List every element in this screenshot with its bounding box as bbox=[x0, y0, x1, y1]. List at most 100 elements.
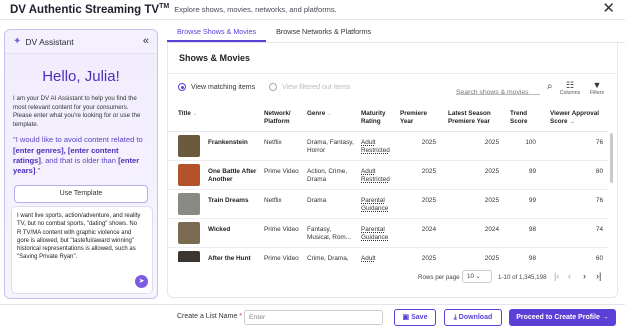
assistant-title: DV Assistant bbox=[25, 36, 74, 47]
cell-network: Prime Video bbox=[264, 226, 299, 233]
cell-title[interactable]: After the Hunt bbox=[208, 255, 262, 262]
table-row[interactable]: Train Dreams Netflix Drama Parental Guidanc… bbox=[168, 190, 608, 219]
col-approval[interactable]: Viewer Approval Score → bbox=[550, 110, 600, 126]
cell-premiere: 2024 bbox=[421, 226, 436, 233]
collapse-panel-icon[interactable]: « bbox=[143, 35, 149, 47]
assistant-panel: ✦ DV Assistant « Hello, Julia! I am your… bbox=[4, 29, 158, 299]
tab-browse-networks-platforms[interactable]: Browse Networks & Platforms bbox=[266, 21, 381, 42]
cell-latest-season: 2024 bbox=[484, 226, 499, 233]
assistant-prompt-text[interactable]: I want live sports, action/adventure, an… bbox=[17, 212, 141, 262]
cell-title[interactable]: Frankenstein bbox=[208, 139, 262, 147]
cell-maturity[interactable]: Adult bbox=[361, 255, 401, 262]
cell-trend: 99 bbox=[528, 168, 536, 175]
send-icon[interactable]: ➤ bbox=[135, 275, 148, 288]
pagination: Rows per page 10 ⌄ 1-10 of 1,345,198 |‹ … bbox=[168, 269, 618, 287]
columns-button[interactable]: ☷ Columns bbox=[558, 80, 582, 96]
col-maturity[interactable]: Maturity Rating bbox=[361, 110, 399, 125]
main-tabs: Browse Shows & Movies Browse Networks & … bbox=[167, 21, 625, 43]
rows-per-page-select[interactable]: 10 ⌄ bbox=[462, 270, 492, 283]
tab-browse-shows-movies[interactable]: Browse Shows & Movies bbox=[167, 21, 267, 42]
pagination-range: 1-10 of 1,345,198 bbox=[498, 274, 547, 281]
app-title: DV Authentic Streaming TVTM bbox=[10, 3, 170, 16]
prev-page-icon[interactable]: ‹ bbox=[568, 271, 571, 281]
cell-latest-season: 2025 bbox=[484, 168, 499, 175]
cell-title[interactable]: Wicked bbox=[208, 226, 262, 234]
cell-latest-season: 2025 bbox=[484, 255, 499, 262]
table-row[interactable]: Frankenstein Netflix Drama, Fantasy, Horro… bbox=[168, 132, 608, 161]
cell-genre: Fantasy, Musical, Rom... bbox=[307, 226, 352, 241]
radio-view-matching-label[interactable]: View matching items bbox=[191, 84, 255, 91]
radio-view-filtered-label[interactable]: View filtered out items bbox=[282, 84, 350, 91]
col-genre[interactable]: Genre ⌄ bbox=[307, 110, 332, 119]
cell-trend: 99 bbox=[528, 197, 536, 204]
view-toggle: View matching items View filtered out it… bbox=[178, 83, 364, 91]
table-row[interactable]: One Battle After Another Prime Video Actio… bbox=[168, 161, 608, 190]
search-field bbox=[456, 81, 540, 99]
poster-thumbnail bbox=[178, 135, 200, 157]
cell-genre: Crime, Drama, bbox=[307, 255, 349, 262]
cell-trend: 100 bbox=[525, 139, 536, 146]
col-trend[interactable]: Trend Score bbox=[510, 110, 538, 125]
download-icon: ⤓ bbox=[453, 314, 457, 321]
assistant-header: ✦ DV Assistant « bbox=[5, 30, 157, 54]
cell-premiere: 2025 bbox=[421, 255, 436, 262]
shows-movies-panel: Shows & Movies View matching items View … bbox=[167, 43, 618, 298]
cell-premiere: 2025 bbox=[421, 139, 436, 146]
cell-title[interactable]: One Battle After Another bbox=[208, 168, 262, 184]
col-network[interactable]: Network/ Platform bbox=[264, 110, 300, 125]
table-body: Frankenstein Netflix Drama, Fantasy, Horro… bbox=[168, 132, 608, 262]
app-subtitle: Explore shows, movies, networks, and pla… bbox=[174, 5, 337, 14]
rows-per-page-label: Rows per page bbox=[418, 274, 460, 281]
assistant-prompt-input[interactable]: I want live sports, action/adventure, an… bbox=[11, 206, 153, 294]
app-header: DV Authentic Streaming TVTM Explore show… bbox=[0, 0, 625, 20]
next-page-icon[interactable]: › bbox=[583, 271, 586, 281]
cell-latest-season: 2025 bbox=[484, 139, 499, 146]
cell-trend: 98 bbox=[528, 255, 536, 262]
poster-thumbnail bbox=[178, 164, 200, 186]
assistant-template-text: "I would like to avoid content related t… bbox=[13, 135, 143, 175]
cell-trend: 98 bbox=[528, 226, 536, 233]
save-button[interactable]: ▣ Save bbox=[394, 309, 436, 326]
filter-icon: ▼ bbox=[592, 80, 602, 90]
cell-latest-season: 2025 bbox=[484, 197, 499, 204]
footer-actions: Create a List Name * ▣ Save ⤓ Download P… bbox=[0, 304, 625, 328]
close-icon[interactable]: ✕ bbox=[602, 1, 615, 17]
search-icon[interactable]: ⌕ bbox=[547, 81, 553, 92]
use-template-button[interactable]: Use Template bbox=[14, 185, 148, 204]
cell-maturity[interactable]: Parental Guidance bbox=[361, 226, 401, 242]
cell-approval: 76 bbox=[595, 139, 603, 146]
col-title[interactable]: Title ⌄ bbox=[178, 110, 197, 119]
cell-network: Netflix bbox=[264, 197, 282, 204]
col-latest-season[interactable]: Latest Season Premiere Year bbox=[448, 110, 500, 125]
list-name-label: Create a List Name * bbox=[177, 313, 242, 320]
first-page-icon[interactable]: |‹ bbox=[554, 271, 559, 281]
filters-label: Filters bbox=[589, 90, 605, 96]
sort-icon: ⌄ bbox=[327, 111, 332, 117]
proceed-button[interactable]: Proceed to Create Profile → bbox=[509, 309, 616, 326]
col-premiere[interactable]: Premiere Year bbox=[400, 110, 436, 125]
columns-label: Columns bbox=[559, 90, 581, 96]
search-input[interactable] bbox=[456, 86, 540, 99]
section-title: Shows & Movies bbox=[179, 53, 251, 63]
table-row[interactable]: After the Hunt Prime Video Crime, Drama, Ad… bbox=[168, 248, 608, 262]
cell-title[interactable]: Train Dreams bbox=[208, 197, 262, 205]
cell-genre: Drama, Fantasy, Horror bbox=[307, 139, 354, 154]
download-button[interactable]: ⤓ Download bbox=[444, 309, 502, 326]
assistant-intro: I am your DV AI Assistant to help you fi… bbox=[13, 95, 141, 128]
table-scrollbar[interactable] bbox=[610, 133, 613, 183]
list-name-input[interactable] bbox=[244, 310, 383, 325]
arrow-right-icon: → bbox=[601, 314, 609, 321]
last-page-icon[interactable]: ›| bbox=[596, 271, 601, 281]
trademark-mark: TM bbox=[159, 3, 170, 11]
cell-maturity[interactable]: Parental Guidance bbox=[361, 197, 401, 213]
table-row[interactable]: Wicked Prime Video Fantasy, Musical, Rom..… bbox=[168, 219, 608, 248]
filters-button[interactable]: ▼ Filters bbox=[585, 80, 609, 96]
cell-premiere: 2025 bbox=[421, 168, 436, 175]
cell-approval: 80 bbox=[595, 168, 603, 175]
cell-maturity[interactable]: Adult Restricted bbox=[361, 139, 401, 155]
cell-network: Netflix bbox=[264, 139, 282, 146]
sort-icon: ⌄ bbox=[192, 111, 198, 117]
cell-maturity[interactable]: Adult Restricted bbox=[361, 168, 401, 184]
radio-view-filtered[interactable] bbox=[269, 83, 278, 91]
radio-view-matching[interactable] bbox=[178, 83, 186, 91]
